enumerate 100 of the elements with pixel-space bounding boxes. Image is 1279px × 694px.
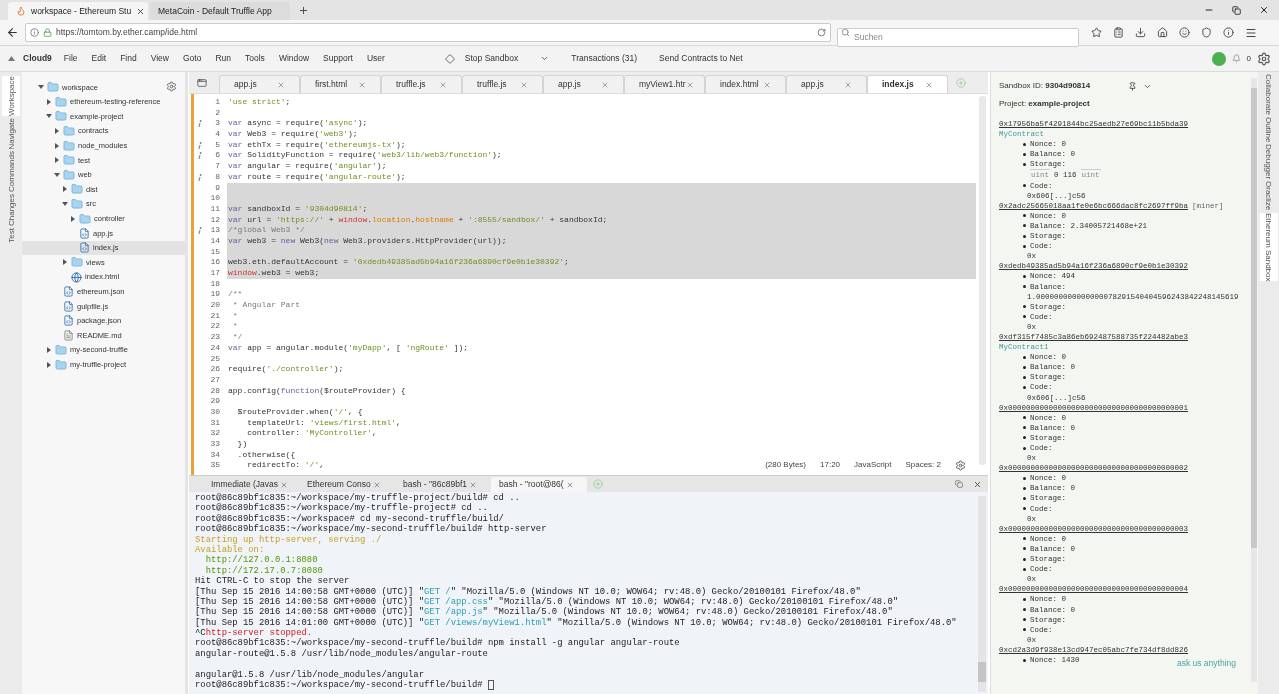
editor-tab[interactable]: truffle.js: [381, 75, 462, 93]
menu-item[interactable]: User: [366, 52, 385, 65]
reload-icon[interactable]: [817, 28, 826, 37]
line-number: 19: [210, 289, 220, 301]
code-line: var Web3 = require('web3');: [227, 129, 358, 140]
editor-tab[interactable]: truffle.js: [462, 75, 543, 93]
editor-tab[interactable]: index.js: [867, 75, 948, 93]
browser-tab[interactable]: MetaCoin - Default Truffle App: [150, 2, 290, 20]
side-tab[interactable]: Commands: [2, 151, 20, 193]
toolbar-button[interactable]: Send Contracts to Net: [659, 52, 743, 65]
bullet-icon: [1023, 244, 1026, 248]
terminal-tab[interactable]: bash - "root@86(: [491, 477, 587, 492]
info-icon[interactable]: [1223, 27, 1234, 38]
editor-tab[interactable]: app.js: [219, 75, 300, 93]
side-tab[interactable]: Test: [2, 228, 20, 244]
caret-icon[interactable]: [54, 171, 60, 178]
collapse-icon[interactable]: [8, 56, 15, 61]
terminal-line: [Thu Sep 15 2016 14:00:58 GMT+0000 (UTC)] "GET /app.js" "Mozilla/5.0 (Windows NT 10.0; WOW64; rv:48.0) Gecko/20100101 Firefox/48.0": [195, 607, 893, 618]
settings-icon[interactable]: [166, 81, 177, 92]
terminal-line: angular-route@1.5.8 /usr/lib/node_modules/angular-route: [195, 648, 488, 660]
restore-icon[interactable]: [1232, 5, 1241, 15]
menu-item[interactable]: Tools: [245, 52, 265, 65]
new-tab-icon[interactable]: [298, 5, 309, 16]
side-tab[interactable]: Ethereum Sandbox: [1259, 212, 1278, 282]
menu-item[interactable]: View: [150, 52, 169, 65]
sandbox-id: Sandbox ID: 9304d90814: [999, 80, 1091, 92]
menu-icon[interactable]: [1245, 26, 1257, 39]
editor-tab[interactable]: myView1.htr: [624, 75, 705, 93]
side-tab[interactable]: Oraclize: [1259, 181, 1278, 211]
toolbar-button[interactable]: Transactions (31): [571, 52, 638, 65]
bullet-icon: [1023, 315, 1026, 319]
settings-icon[interactable]: [955, 459, 966, 471]
settings-icon[interactable]: [1257, 51, 1271, 66]
back-icon[interactable]: [6, 26, 19, 39]
editor-tab[interactable]: app.js: [543, 75, 624, 93]
side-tab[interactable]: Collaborate: [1259, 74, 1278, 115]
caret-icon[interactable]: [62, 186, 68, 193]
caret-icon[interactable]: [46, 98, 52, 105]
menu-item[interactable]: Run: [215, 52, 232, 65]
menu-item[interactable]: Edit: [91, 52, 107, 65]
line-number: 25: [210, 353, 220, 365]
side-tab[interactable]: Outline: [1259, 116, 1278, 143]
caret-icon[interactable]: [46, 113, 52, 120]
caret-icon[interactable]: [46, 347, 52, 353]
editor-tab[interactable]: index.html: [705, 75, 786, 93]
indent-setting[interactable]: Spaces: 2: [905, 459, 941, 471]
close-icon[interactable]: [136, 6, 146, 16]
caret-icon[interactable]: [54, 142, 60, 149]
side-tab[interactable]: Debugger: [1259, 144, 1278, 180]
editor-tab[interactable]: app.js: [786, 75, 867, 93]
menu-item[interactable]: File: [63, 52, 78, 65]
line-number: 35: [210, 460, 220, 472]
notification-count: 0: [1246, 52, 1251, 65]
brand-name[interactable]: Cloud9: [23, 52, 52, 65]
caret-icon[interactable]: [62, 201, 68, 208]
scrollbar[interactable]: [978, 496, 986, 692]
caret-icon[interactable]: [54, 157, 60, 164]
side-tab[interactable]: Changes: [2, 194, 20, 227]
clipboard-icon[interactable]: [1113, 27, 1124, 38]
menu-item[interactable]: Find: [120, 52, 137, 65]
shield-icon[interactable]: [1201, 27, 1212, 38]
menu-item[interactable]: Goto: [183, 52, 202, 65]
line-number: 32: [210, 428, 220, 439]
menu-item[interactable]: Support: [323, 52, 353, 65]
sandbox-dropdown[interactable]: Stop Sandbox: [464, 52, 550, 65]
scrollbar[interactable]: [1251, 78, 1257, 682]
terminal-line: [Thu Sep 15 2016 14:01:00 GMT+0000 (UTC)] "GET /views/myView1.html" "Mozilla/5.0 (Windows NT 10.0; WOW64; rv:48.0) Gecko/20100101 Firefox/48.0": [195, 617, 957, 628]
line-number: 28: [210, 385, 220, 397]
terminal-panel[interactable]: [189, 492, 988, 694]
cursor-position[interactable]: 17:20: [820, 459, 841, 471]
line-number: 9: [215, 182, 220, 194]
terminal-line: Starting up http-server, serving ./: [195, 534, 382, 545]
caret-icon[interactable]: [54, 128, 60, 135]
menu-item[interactable]: Window: [278, 52, 310, 65]
folder-icon: [71, 198, 83, 211]
caret-icon[interactable]: [38, 84, 44, 91]
info-icon[interactable]: [30, 28, 39, 37]
smiley-icon[interactable]: [1179, 27, 1190, 38]
bullet-icon: [1023, 285, 1026, 289]
tab-list-icon[interactable]: [197, 78, 207, 88]
pin-icon[interactable]: [1128, 81, 1138, 91]
close-icon[interactable]: [1259, 5, 1269, 15]
url-field[interactable]: https://tomtom.by.ether.camp/ide.html: [25, 23, 831, 42]
star-icon[interactable]: [1091, 27, 1102, 38]
code-line: var app = angular.module('myDapp', [ 'ngRoute' ]);: [227, 342, 469, 354]
browser-tab[interactable]: workspace - Ethereum Stu: [8, 2, 148, 20]
language-mode[interactable]: JavaScript: [854, 459, 892, 471]
editor-tab[interactable]: first.html: [300, 75, 381, 93]
close-icon[interactable]: [973, 480, 982, 489]
home-icon[interactable]: [1157, 27, 1168, 38]
caret-icon[interactable]: [62, 259, 68, 266]
code-line: }): [236, 439, 248, 450]
caret-icon[interactable]: [46, 361, 52, 368]
avatar[interactable]: [1211, 51, 1226, 66]
download-icon[interactable]: [1135, 27, 1146, 38]
search-field[interactable]: Suchen: [837, 27, 1079, 47]
terminal-line: [Thu Sep 15 2016 14:00:58 GMT+0000 (UTC)] "GET /" "Mozilla/5.0 (Windows NT 10.0; WOW64; rv:48.0) Gecko/20100101 Firefox/48.0": [195, 586, 861, 597]
caret-icon[interactable]: [70, 215, 76, 222]
side-tab[interactable]: Navigate: [2, 117, 20, 150]
side-tab[interactable]: Workspace: [2, 76, 20, 116]
